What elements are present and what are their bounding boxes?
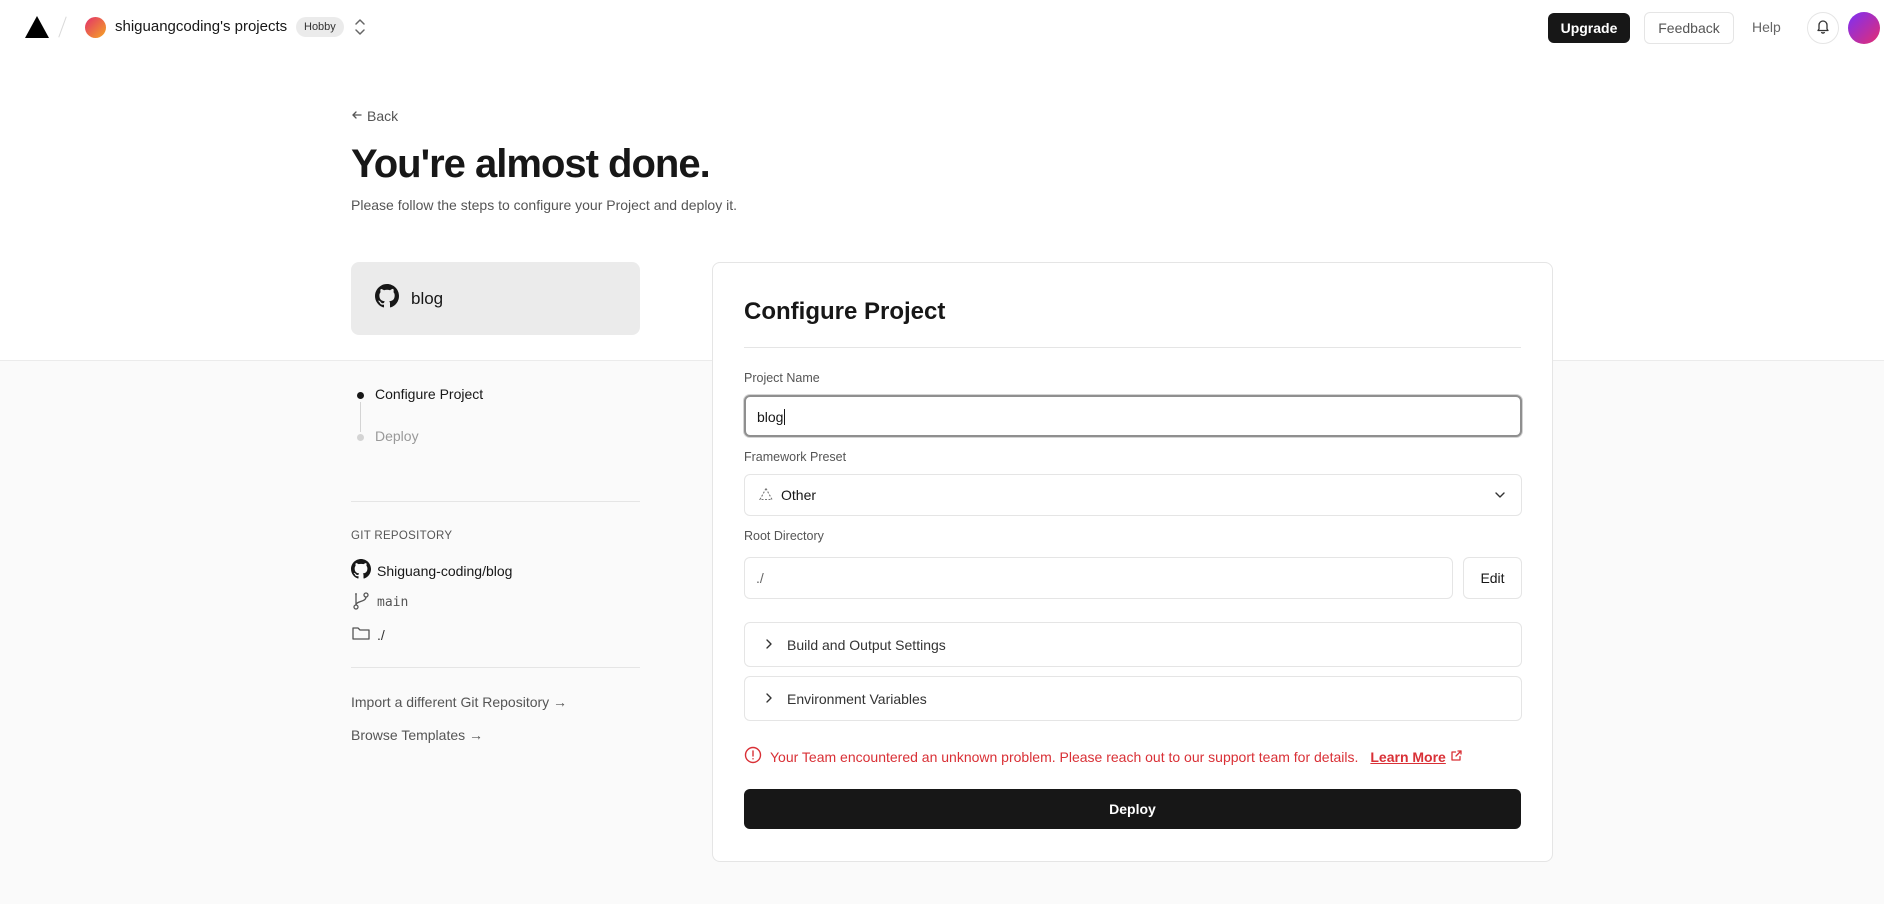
alert-circle-icon <box>744 746 762 767</box>
chevron-updown-icon[interactable] <box>352 16 368 38</box>
folder-icon <box>351 623 371 646</box>
github-icon <box>375 284 399 313</box>
edit-root-directory-button[interactable]: Edit <box>1463 557 1522 599</box>
environment-variables-label: Environment Variables <box>787 690 927 707</box>
help-link[interactable]: Help <box>1752 19 1781 35</box>
text-cursor <box>784 409 786 425</box>
arrow-left-icon <box>351 108 363 124</box>
team-name[interactable]: shiguangcoding's projects <box>115 18 287 35</box>
external-link-icon <box>1450 749 1463 765</box>
browse-templates-link[interactable]: Browse Templates → <box>351 727 483 743</box>
project-name-value: blog <box>757 409 784 425</box>
bell-icon <box>1815 18 1831 39</box>
top-nav: shiguangcoding's projects Hobby Upgrade … <box>0 0 1884 54</box>
project-name-label: Project Name <box>744 371 820 385</box>
step-connector <box>360 402 361 432</box>
git-repository-heading: GIT REPOSITORY <box>351 530 453 542</box>
panel-separator <box>744 347 1521 348</box>
framework-preset-label: Framework Preset <box>744 450 847 464</box>
step-label: Deploy <box>375 428 419 444</box>
git-directory: ./ <box>377 626 385 643</box>
feedback-button[interactable]: Feedback <box>1644 12 1734 44</box>
git-repo-name: Shiguang-coding/blog <box>377 562 513 579</box>
chevron-down-icon <box>1493 488 1507 505</box>
step-inactive-dot <box>357 434 364 441</box>
error-message: Your Team encountered an unknown problem… <box>744 746 1463 767</box>
root-directory-input[interactable]: ./ <box>744 557 1453 599</box>
back-label: Back <box>367 108 399 124</box>
repo-card: blog <box>351 262 640 335</box>
build-output-settings-label: Build and Output Settings <box>787 636 946 653</box>
build-output-settings-toggle[interactable]: Build and Output Settings <box>744 622 1522 667</box>
import-different-repo-link[interactable]: Import a different Git Repository → <box>351 694 567 710</box>
git-directory-row: ./ <box>351 623 385 646</box>
github-icon <box>351 559 371 582</box>
framework-preset-select[interactable]: Other <box>744 474 1522 516</box>
back-link[interactable]: Back <box>351 108 398 124</box>
chevron-right-icon <box>763 691 775 707</box>
git-repo-row[interactable]: Shiguang-coding/blog <box>351 559 512 582</box>
page-subtitle: Please follow the steps to configure you… <box>351 197 737 213</box>
environment-variables-toggle[interactable]: Environment Variables <box>744 676 1522 721</box>
git-branch-name: main <box>377 595 409 610</box>
deploy-button[interactable]: Deploy <box>744 789 1521 829</box>
divider <box>351 667 640 668</box>
triangle-outline-icon <box>759 486 773 504</box>
git-branch-icon <box>351 591 371 614</box>
chevron-right-icon <box>763 637 775 653</box>
error-text: Your Team encountered an unknown problem… <box>770 748 1359 765</box>
team-avatar[interactable] <box>85 17 106 38</box>
git-branch-row: main <box>351 591 408 614</box>
divider <box>351 501 640 502</box>
page-title: You're almost done. <box>351 142 711 186</box>
plan-badge: Hobby <box>296 17 344 37</box>
learn-more-link[interactable]: Learn More <box>1370 749 1462 765</box>
framework-preset-value: Other <box>781 487 817 503</box>
learn-more-label: Learn More <box>1370 748 1446 765</box>
root-directory-label: Root Directory <box>744 529 824 543</box>
project-name-input[interactable]: blog <box>744 395 1522 437</box>
breadcrumb-separator <box>58 16 67 38</box>
repo-card-name: blog <box>411 288 444 308</box>
step-active-dot <box>357 392 364 399</box>
upgrade-button[interactable]: Upgrade <box>1548 13 1630 43</box>
configure-project-panel: Configure Project Project Name blog Fram… <box>712 262 1553 862</box>
vercel-logo-icon[interactable] <box>24 15 50 44</box>
panel-title: Configure Project <box>744 298 946 325</box>
user-avatar[interactable] <box>1848 12 1880 44</box>
notifications-button[interactable] <box>1807 12 1839 44</box>
step-label: Configure Project <box>375 386 484 402</box>
